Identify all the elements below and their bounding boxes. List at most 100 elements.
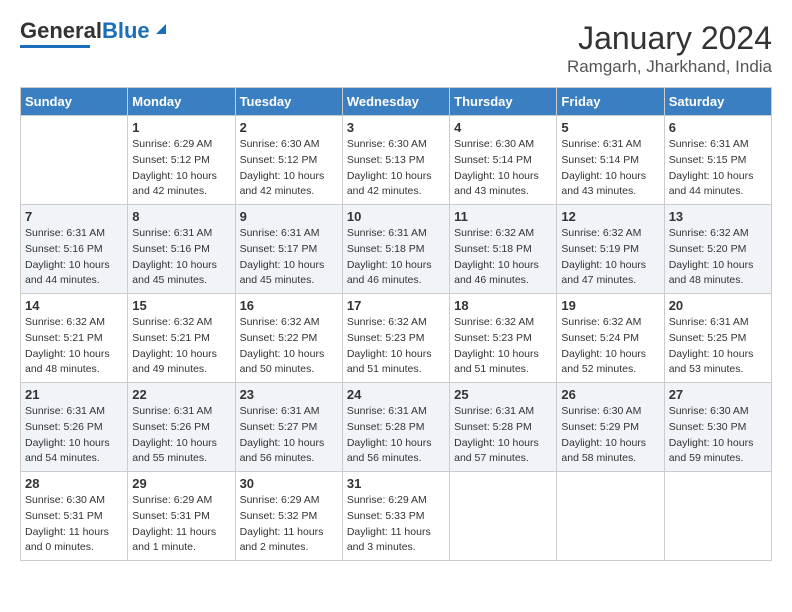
day-info: Sunrise: 6:30 AMSunset: 5:12 PMDaylight:…: [240, 137, 338, 200]
header-day-monday: Monday: [128, 88, 235, 116]
page-subtitle: Ramgarh, Jharkhand, India: [567, 57, 772, 77]
day-number: 2: [240, 120, 338, 135]
calendar-week-row: 1 Sunrise: 6:29 AMSunset: 5:12 PMDaylight…: [21, 116, 772, 205]
day-info: Sunrise: 6:32 AMSunset: 5:22 PMDaylight:…: [240, 315, 338, 378]
calendar-week-row: 14 Sunrise: 6:32 AMSunset: 5:21 PMDayligh…: [21, 294, 772, 383]
day-info: Sunrise: 6:31 AMSunset: 5:26 PMDaylight:…: [25, 404, 123, 467]
day-info: Sunrise: 6:31 AMSunset: 5:15 PMDaylight:…: [669, 137, 767, 200]
day-number: 6: [669, 120, 767, 135]
day-info: Sunrise: 6:32 AMSunset: 5:19 PMDaylight:…: [561, 226, 659, 289]
page-header: GeneralBlue January 2024 Ramgarh, Jharkh…: [20, 20, 772, 77]
page-title: January 2024: [567, 20, 772, 57]
calendar-cell: 14 Sunrise: 6:32 AMSunset: 5:21 PMDayligh…: [21, 294, 128, 383]
calendar-cell: 5 Sunrise: 6:31 AMSunset: 5:14 PMDaylight…: [557, 116, 664, 205]
day-number: 19: [561, 298, 659, 313]
calendar-cell: [557, 472, 664, 561]
calendar-cell: 22 Sunrise: 6:31 AMSunset: 5:26 PMDayligh…: [128, 383, 235, 472]
day-number: 1: [132, 120, 230, 135]
logo-underline: [20, 45, 90, 48]
calendar-cell: 2 Sunrise: 6:30 AMSunset: 5:12 PMDaylight…: [235, 116, 342, 205]
day-info: Sunrise: 6:32 AMSunset: 5:21 PMDaylight:…: [25, 315, 123, 378]
calendar-week-row: 21 Sunrise: 6:31 AMSunset: 5:26 PMDayligh…: [21, 383, 772, 472]
day-number: 8: [132, 209, 230, 224]
calendar-cell: 3Sunrise: 6:30 AMSunset: 5:13 PMDaylight…: [342, 116, 449, 205]
day-number: 21: [25, 387, 123, 402]
calendar-cell: 20Sunrise: 6:31 AMSunset: 5:25 PMDayligh…: [664, 294, 771, 383]
calendar-header-row: SundayMondayTuesdayWednesdayThursdayFrid…: [21, 88, 772, 116]
day-number: 18: [454, 298, 552, 313]
day-number: 15: [132, 298, 230, 313]
day-number: 24: [347, 387, 445, 402]
calendar-cell: 30 Sunrise: 6:29 AMSunset: 5:32 PMDayligh…: [235, 472, 342, 561]
logo: GeneralBlue: [20, 20, 170, 48]
calendar-cell: 12Sunrise: 6:32 AMSunset: 5:19 PMDayligh…: [557, 205, 664, 294]
header-day-thursday: Thursday: [450, 88, 557, 116]
day-info: Sunrise: 6:32 AMSunset: 5:20 PMDaylight:…: [669, 226, 767, 289]
day-info: Sunrise: 6:31 AMSunset: 5:18 PMDaylight:…: [347, 226, 445, 289]
day-number: 29: [132, 476, 230, 491]
day-number: 28: [25, 476, 123, 491]
header-day-tuesday: Tuesday: [235, 88, 342, 116]
day-info: Sunrise: 6:31 AMSunset: 5:14 PMDaylight:…: [561, 137, 659, 200]
day-info: Sunrise: 6:31 AMSunset: 5:17 PMDaylight:…: [240, 226, 338, 289]
logo-icon: [152, 20, 170, 38]
day-info: Sunrise: 6:32 AMSunset: 5:23 PMDaylight:…: [347, 315, 445, 378]
calendar-cell: 18 Sunrise: 6:32 AMSunset: 5:23 PMDayligh…: [450, 294, 557, 383]
day-number: 10: [347, 209, 445, 224]
day-number: 13: [669, 209, 767, 224]
calendar-table: SundayMondayTuesdayWednesdayThursdayFrid…: [20, 87, 772, 561]
day-number: 5: [561, 120, 659, 135]
day-number: 25: [454, 387, 552, 402]
day-info: Sunrise: 6:30 AMSunset: 5:31 PMDaylight:…: [25, 493, 123, 556]
day-info: Sunrise: 6:32 AMSunset: 5:23 PMDaylight:…: [454, 315, 552, 378]
day-info: Sunrise: 6:29 AMSunset: 5:31 PMDaylight:…: [132, 493, 230, 556]
calendar-cell: 29 Sunrise: 6:29 AMSunset: 5:31 PMDayligh…: [128, 472, 235, 561]
calendar-cell: 7Sunrise: 6:31 AMSunset: 5:16 PMDaylight…: [21, 205, 128, 294]
day-info: Sunrise: 6:31 AMSunset: 5:25 PMDaylight:…: [669, 315, 767, 378]
calendar-week-row: 7Sunrise: 6:31 AMSunset: 5:16 PMDaylight…: [21, 205, 772, 294]
calendar-cell: 8 Sunrise: 6:31 AMSunset: 5:16 PMDaylight…: [128, 205, 235, 294]
day-number: 31: [347, 476, 445, 491]
day-info: Sunrise: 6:30 AMSunset: 5:13 PMDaylight:…: [347, 137, 445, 200]
calendar-cell: 1 Sunrise: 6:29 AMSunset: 5:12 PMDaylight…: [128, 116, 235, 205]
day-info: Sunrise: 6:31 AMSunset: 5:28 PMDaylight:…: [347, 404, 445, 467]
calendar-cell: 6 Sunrise: 6:31 AMSunset: 5:15 PMDaylight…: [664, 116, 771, 205]
day-info: Sunrise: 6:31 AMSunset: 5:16 PMDaylight:…: [25, 226, 123, 289]
day-info: Sunrise: 6:31 AMSunset: 5:26 PMDaylight:…: [132, 404, 230, 467]
calendar-cell: 16 Sunrise: 6:32 AMSunset: 5:22 PMDayligh…: [235, 294, 342, 383]
calendar-cell: 9 Sunrise: 6:31 AMSunset: 5:17 PMDaylight…: [235, 205, 342, 294]
day-number: 14: [25, 298, 123, 313]
calendar-cell: 31Sunrise: 6:29 AMSunset: 5:33 PMDayligh…: [342, 472, 449, 561]
day-number: 17: [347, 298, 445, 313]
day-number: 9: [240, 209, 338, 224]
calendar-cell: 27Sunrise: 6:30 AMSunset: 5:30 PMDayligh…: [664, 383, 771, 472]
day-info: Sunrise: 6:31 AMSunset: 5:16 PMDaylight:…: [132, 226, 230, 289]
calendar-cell: 24 Sunrise: 6:31 AMSunset: 5:28 PMDayligh…: [342, 383, 449, 472]
calendar-cell: 28 Sunrise: 6:30 AMSunset: 5:31 PMDayligh…: [21, 472, 128, 561]
calendar-cell: 17 Sunrise: 6:32 AMSunset: 5:23 PMDayligh…: [342, 294, 449, 383]
day-number: 30: [240, 476, 338, 491]
calendar-cell: 15Sunrise: 6:32 AMSunset: 5:21 PMDayligh…: [128, 294, 235, 383]
calendar-cell: 13 Sunrise: 6:32 AMSunset: 5:20 PMDayligh…: [664, 205, 771, 294]
day-number: 16: [240, 298, 338, 313]
title-block: January 2024 Ramgarh, Jharkhand, India: [567, 20, 772, 77]
day-info: Sunrise: 6:32 AMSunset: 5:24 PMDaylight:…: [561, 315, 659, 378]
day-info: Sunrise: 6:29 AMSunset: 5:32 PMDaylight:…: [240, 493, 338, 556]
logo-text: GeneralBlue: [20, 20, 150, 42]
header-day-sunday: Sunday: [21, 88, 128, 116]
day-info: Sunrise: 6:29 AMSunset: 5:12 PMDaylight:…: [132, 137, 230, 200]
calendar-cell: 26Sunrise: 6:30 AMSunset: 5:29 PMDayligh…: [557, 383, 664, 472]
calendar-cell: [450, 472, 557, 561]
calendar-cell: 23Sunrise: 6:31 AMSunset: 5:27 PMDayligh…: [235, 383, 342, 472]
day-info: Sunrise: 6:30 AMSunset: 5:29 PMDaylight:…: [561, 404, 659, 467]
day-info: Sunrise: 6:31 AMSunset: 5:27 PMDaylight:…: [240, 404, 338, 467]
calendar-cell: 25Sunrise: 6:31 AMSunset: 5:28 PMDayligh…: [450, 383, 557, 472]
header-day-saturday: Saturday: [664, 88, 771, 116]
calendar-cell: [664, 472, 771, 561]
calendar-cell: [21, 116, 128, 205]
calendar-cell: 4Sunrise: 6:30 AMSunset: 5:14 PMDaylight…: [450, 116, 557, 205]
header-day-friday: Friday: [557, 88, 664, 116]
day-info: Sunrise: 6:30 AMSunset: 5:14 PMDaylight:…: [454, 137, 552, 200]
day-number: 22: [132, 387, 230, 402]
day-number: 27: [669, 387, 767, 402]
